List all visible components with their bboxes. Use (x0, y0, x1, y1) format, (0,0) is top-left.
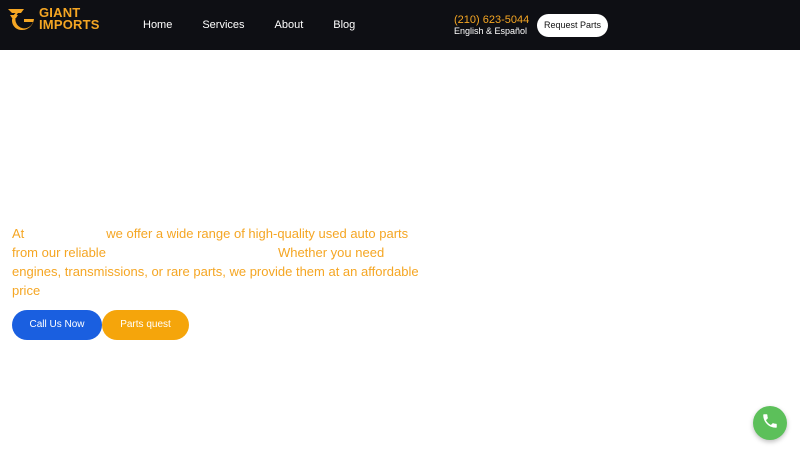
call-us-now-button[interactable]: Call Us Now (12, 310, 102, 340)
nav-about[interactable]: About (275, 17, 304, 33)
hero-description: At we offer a wide range of high-quality … (12, 224, 422, 300)
parts-quest-button[interactable]: Parts quest (102, 310, 189, 340)
logo-icon (6, 6, 36, 32)
nav-services[interactable]: Services (202, 17, 244, 33)
logo[interactable]: GIANT IMPORTS (6, 6, 106, 32)
nav-blog[interactable]: Blog (333, 17, 355, 33)
nav-home[interactable]: Home (143, 17, 172, 33)
language-switcher[interactable]: English & Español (454, 26, 534, 37)
main-nav: Home Services About Blog (143, 17, 385, 33)
request-parts-button[interactable]: Request Parts (537, 14, 608, 37)
hero-buttons: Call Us Now Parts quest (12, 310, 189, 340)
page: GIANT IMPORTS Home Services About Blog (… (0, 0, 800, 450)
site-header: GIANT IMPORTS Home Services About Blog (… (0, 0, 800, 50)
logo-line-2: IMPORTS (39, 17, 100, 32)
floating-call-button[interactable] (753, 406, 787, 440)
phone-link[interactable]: (210) 623-5044 (454, 14, 534, 26)
logo-text: GIANT IMPORTS (39, 6, 100, 32)
phone-icon (761, 412, 779, 435)
hero-section: At we offer a wide range of high-quality … (12, 224, 422, 300)
hero-text-part-1: At (12, 226, 25, 241)
header-contact: (210) 623-5044 English & Español (454, 14, 534, 37)
